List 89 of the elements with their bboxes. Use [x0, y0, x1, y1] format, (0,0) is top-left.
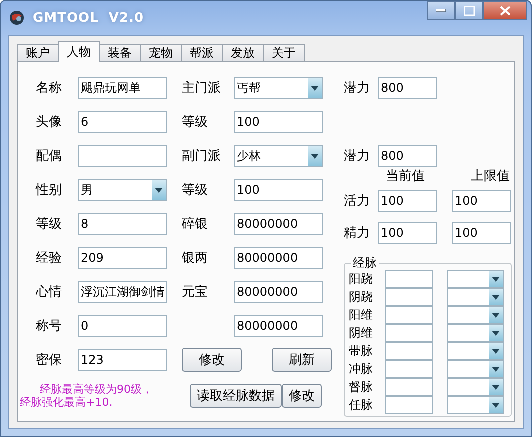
maximize-button[interactable] — [455, 1, 483, 20]
field-label: 督脉 — [349, 378, 374, 396]
push-button[interactable]: 修改 — [282, 384, 322, 408]
input-field[interactable]: 100 — [378, 190, 437, 212]
field-label: 等级 — [182, 114, 209, 131]
tab[interactable]: 帮派 — [181, 44, 223, 62]
input-field[interactable]: 123 — [78, 349, 167, 371]
dropdown[interactable]: 丐帮 — [234, 77, 323, 99]
window-title: GMTOOL V2.0 — [33, 10, 144, 26]
dropdown[interactable] — [447, 396, 504, 414]
note-text: 经脉最高等级为90级， 经脉强化最高+10. — [20, 383, 154, 409]
field-label: 潜力 — [344, 80, 371, 97]
maximize-icon — [464, 6, 474, 16]
tab[interactable]: 关于 — [263, 44, 305, 62]
tab[interactable]: 发放 — [222, 44, 264, 62]
field-label: 活力 — [344, 193, 371, 210]
input-field[interactable]: 飓鼎玩网单 — [78, 77, 167, 99]
push-button[interactable]: 刷新 — [272, 348, 332, 372]
input-field[interactable]: 80000000 — [234, 247, 323, 269]
tab[interactable]: 账户 — [17, 44, 59, 62]
field-label: 元宝 — [182, 284, 209, 301]
input-field[interactable]: 800 — [378, 145, 437, 167]
field-label: 头像 — [35, 114, 63, 131]
dropdown[interactable] — [447, 378, 504, 396]
dropdown[interactable] — [447, 288, 504, 306]
field-label: 精力 — [344, 225, 371, 242]
input-field[interactable]: 0 — [78, 315, 167, 337]
close-icon — [500, 6, 510, 16]
tab[interactable]: 宠物 — [140, 44, 182, 62]
push-button[interactable]: 修改 — [182, 348, 242, 372]
dropdown[interactable] — [447, 270, 504, 288]
field-label: 副门派 — [182, 148, 222, 165]
input-field[interactable] — [385, 270, 433, 288]
field-label: 配偶 — [35, 148, 63, 165]
dropdown[interactable]: 少林 — [234, 145, 323, 167]
input-field[interactable] — [385, 306, 433, 324]
input-field[interactable]: 100 — [452, 190, 511, 212]
input-field[interactable] — [385, 378, 433, 396]
input-field[interactable]: 100 — [452, 222, 511, 244]
dropdown[interactable] — [447, 360, 504, 378]
input-field[interactable] — [78, 145, 167, 167]
dropdown[interactable] — [447, 324, 504, 342]
globe-icon — [9, 10, 25, 26]
minimize-button[interactable] — [427, 1, 455, 20]
field-label: 银两 — [182, 250, 209, 267]
field-label: 阳维 — [349, 306, 374, 324]
input-field[interactable]: 100 — [234, 179, 323, 201]
input-field[interactable]: 80000000 — [234, 315, 323, 337]
field-label: 等级 — [35, 216, 63, 233]
field-label: 称号 — [35, 318, 63, 335]
tab[interactable]: 人物 — [58, 41, 100, 62]
minimize-icon — [436, 8, 446, 12]
input-field[interactable]: 100 — [378, 222, 437, 244]
field-label: 冲脉 — [349, 360, 374, 378]
field-label: 阴跷 — [349, 288, 374, 306]
field-label: 任脉 — [349, 396, 374, 414]
field-label: 密保 — [35, 352, 63, 369]
tab[interactable]: 装备 — [99, 44, 141, 62]
dropdown[interactable]: 男 — [78, 179, 167, 201]
input-field[interactable]: 8 — [78, 213, 167, 235]
column-header: 当前值 — [386, 168, 425, 185]
field-label: 碎银 — [182, 216, 209, 233]
field-label: 阴维 — [349, 324, 374, 342]
field-label: 潜力 — [344, 148, 371, 165]
input-field[interactable]: 80000000 — [234, 281, 323, 303]
dropdown[interactable] — [447, 342, 504, 360]
field-label: 带脉 — [349, 342, 374, 360]
input-field[interactable] — [385, 396, 433, 414]
input-field[interactable]: 800 — [378, 77, 437, 99]
field-label: 性别 — [34, 182, 63, 199]
field-label: 名称 — [35, 80, 63, 97]
input-field[interactable]: 6 — [78, 111, 167, 133]
input-field[interactable] — [385, 324, 433, 342]
field-label: 心情 — [34, 284, 63, 301]
input-field[interactable]: 209 — [78, 247, 167, 269]
field-label: 等级 — [182, 182, 209, 199]
field-label: 阳跷 — [349, 270, 374, 288]
close-button[interactable] — [483, 1, 527, 20]
input-field[interactable] — [385, 360, 433, 378]
field-label: 经验 — [35, 250, 63, 267]
input-field[interactable]: 80000000 — [234, 213, 323, 235]
input-field[interactable] — [385, 342, 433, 360]
push-button[interactable]: 读取经脉数据 — [190, 384, 282, 408]
group-title: 经脉 — [351, 255, 379, 272]
input-field[interactable]: 100 — [234, 111, 323, 133]
dropdown[interactable] — [447, 306, 504, 324]
column-header: 上限值 — [471, 168, 510, 185]
field-label: 主门派 — [182, 80, 222, 97]
input-field[interactable] — [385, 288, 433, 306]
